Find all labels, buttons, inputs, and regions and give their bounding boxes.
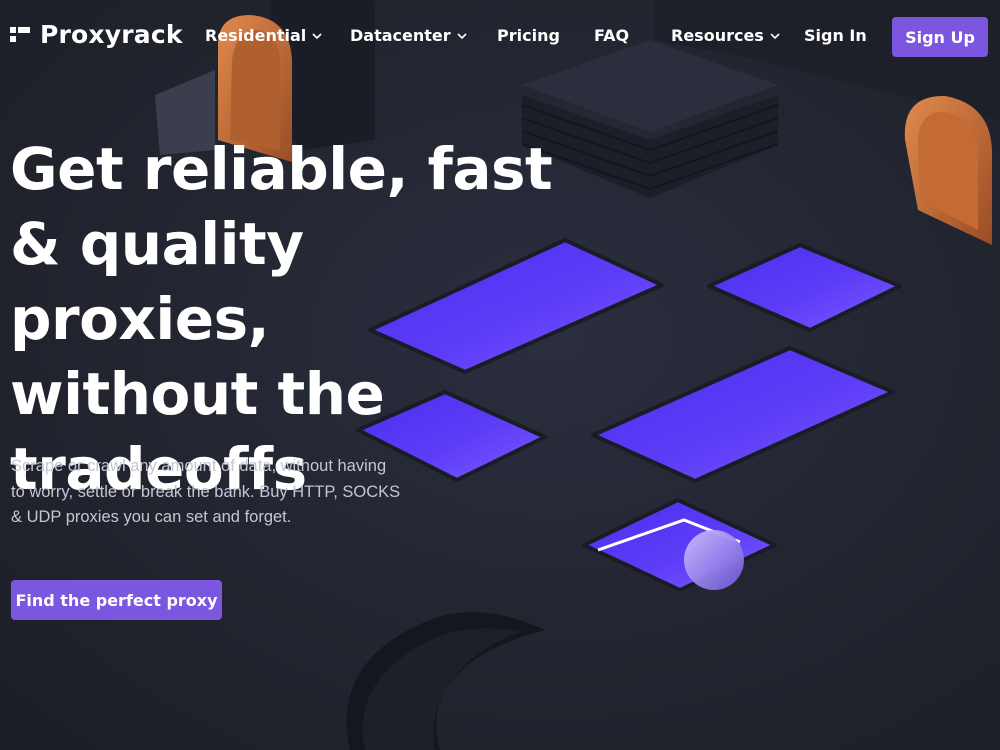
brand-name: Proxyrack [40,20,183,49]
dark-curve-bottom [346,612,545,750]
nav-pricing[interactable]: Pricing [497,26,560,45]
nav-datacenter-label: Datacenter [350,26,451,45]
landing-page: Proxyrack Residential Datacenter Pricing… [0,0,1000,750]
proxyrack-logo-icon [10,26,30,42]
hero-title: Get reliable, fast & quality proxies, wi… [10,132,570,507]
nav-resources[interactable]: Resources [671,26,780,45]
nav-residential[interactable]: Residential [205,26,322,45]
chevron-down-icon [312,32,322,39]
hero-title-line: without the [10,360,385,428]
glow-tile-2 [707,243,902,332]
nav-residential-label: Residential [205,26,307,45]
nav-faq-label: FAQ [594,26,630,45]
top-navbar: Proxyrack Residential Datacenter Pricing… [0,0,1000,74]
chevron-down-icon [770,32,780,39]
nav-resources-label: Resources [671,26,764,45]
find-proxy-button[interactable]: Find the perfect proxy [11,580,222,620]
nav-faq[interactable]: FAQ [594,26,629,45]
chevron-down-icon [457,32,467,39]
brand-logo[interactable]: Proxyrack [10,20,183,49]
nav-sign-in-label: Sign In [804,26,867,45]
glow-tile-5 [582,498,777,592]
nav-datacenter[interactable]: Datacenter [350,26,467,45]
nav-sign-in[interactable]: Sign In [804,26,867,45]
hero-subtitle: Scrape or crawl any amount of data, with… [11,457,401,526]
sign-up-button[interactable]: Sign Up [892,17,988,57]
glow-tile-4 [591,346,895,483]
nav-pricing-label: Pricing [497,26,560,45]
hero-title-line: & quality proxies, [10,210,304,353]
hero-title-line: Get reliable, fast [10,135,553,203]
copper-arch-right [904,95,992,245]
